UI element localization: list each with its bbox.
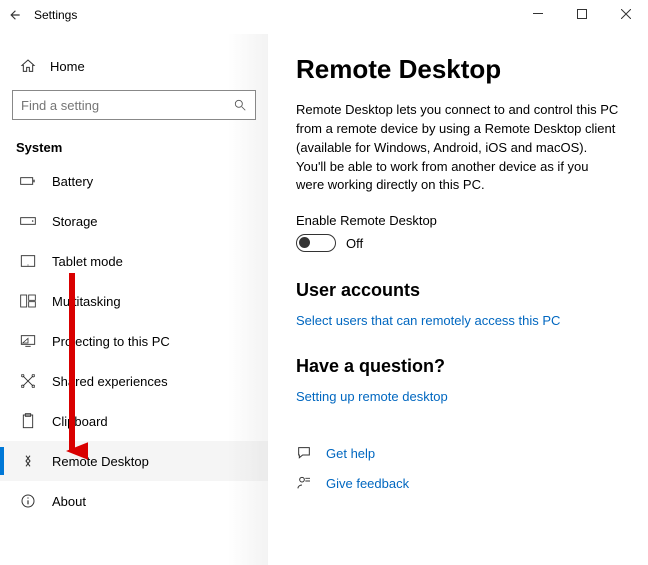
sidebar-item-remote[interactable]: Remote Desktop [0,441,268,481]
main-content: Remote Desktop Remote Desktop lets you c… [268,34,648,565]
sidebar-item-label: Remote Desktop [52,454,149,469]
search-wrap [0,84,268,130]
enable-remote-toggle[interactable] [296,234,336,252]
sidebar-item-label: Shared experiences [52,374,168,389]
toggle-label: Enable Remote Desktop [296,213,620,228]
arrow-left-icon [8,8,22,22]
maximize-button[interactable] [560,0,604,28]
sidebar-item-label: Tablet mode [52,254,123,269]
sidebar-item-label: Multitasking [52,294,121,309]
battery-icon [20,173,36,189]
sidebar: Home System Battery Storage [0,34,268,565]
close-button[interactable] [604,0,648,28]
sidebar-home-label: Home [50,59,85,74]
sidebar-section-label: System [0,130,268,161]
search-input[interactable] [12,90,256,120]
back-button[interactable] [0,0,30,30]
page-description: Remote Desktop lets you connect to and c… [296,101,620,195]
search-icon [233,98,247,112]
storage-icon [20,213,36,229]
titlebar: Settings [0,0,648,34]
get-help-label: Get help [326,446,375,461]
select-users-link[interactable]: Select users that can remotely access th… [296,313,560,328]
sidebar-item-clipboard[interactable]: Clipboard [0,401,268,441]
user-accounts-heading: User accounts [296,280,620,301]
toggle-state: Off [346,236,363,251]
sidebar-item-shared[interactable]: Shared experiences [0,361,268,401]
sidebar-item-label: Projecting to this PC [52,334,170,349]
sidebar-nav: Battery Storage Tablet mode Multitasking… [0,161,268,565]
sidebar-item-project[interactable]: Projecting to this PC [0,321,268,361]
give-feedback-row[interactable]: Give feedback [296,468,620,498]
toggle-row: Off [296,234,620,252]
body: Home System Battery Storage [0,34,648,565]
about-icon [20,493,36,509]
project-icon [20,333,36,349]
minimize-icon [533,9,543,19]
feedback-icon [296,475,312,491]
window-title: Settings [30,0,81,22]
home-icon [20,58,36,74]
sidebar-item-label: Clipboard [52,414,108,429]
sidebar-item-multitask[interactable]: Multitasking [0,281,268,321]
clipboard-icon [20,413,36,429]
minimize-button[interactable] [516,0,560,28]
tablet-icon [20,253,36,269]
sidebar-item-tablet[interactable]: Tablet mode [0,241,268,281]
sidebar-item-storage[interactable]: Storage [0,201,268,241]
page-title: Remote Desktop [296,54,620,85]
sidebar-item-label: Storage [52,214,98,229]
sidebar-item-label: About [52,494,86,509]
search-field[interactable] [21,98,233,113]
shared-icon [20,373,36,389]
give-feedback-label: Give feedback [326,476,409,491]
sidebar-item-label: Battery [52,174,93,189]
sidebar-home[interactable]: Home [0,48,268,84]
maximize-icon [577,9,587,19]
setting-up-link[interactable]: Setting up remote desktop [296,389,448,404]
multitask-icon [20,293,36,309]
settings-window: Settings Home Syst [0,0,648,565]
sidebar-item-about[interactable]: About [0,481,268,521]
remote-icon [20,453,36,469]
question-heading: Have a question? [296,356,620,377]
chat-icon [296,445,312,461]
get-help-row[interactable]: Get help [296,438,620,468]
sidebar-item-battery[interactable]: Battery [0,161,268,201]
close-icon [621,9,631,19]
